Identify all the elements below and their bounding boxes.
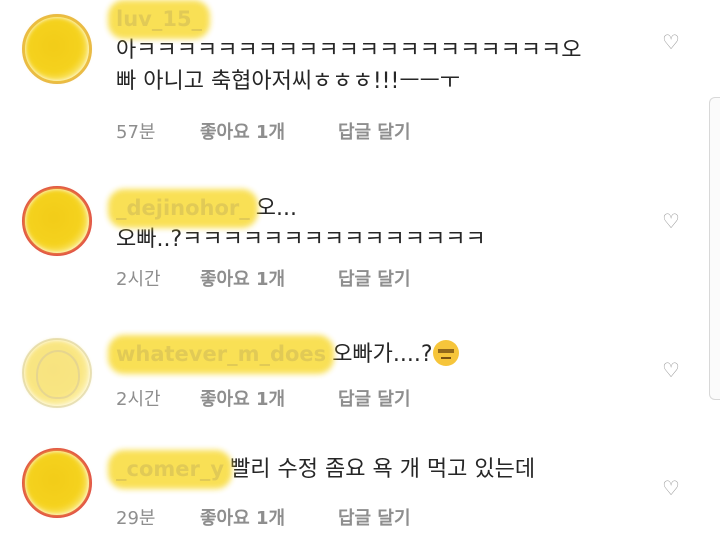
reply-button[interactable]: 답글 달기	[338, 504, 411, 530]
likes-count[interactable]: 좋아요 1개	[200, 504, 285, 530]
username[interactable]: _comer_y	[110, 454, 230, 485]
heart-outline-icon[interactable]: ♡	[660, 359, 682, 381]
avatar[interactable]	[22, 186, 92, 256]
comment-meta: 57분 좋아요 1개 답글 달기	[116, 118, 411, 144]
username[interactable]: luv_15_	[110, 4, 208, 35]
avatar[interactable]	[22, 14, 92, 84]
comment-body-line: 오빠가....?	[332, 342, 433, 367]
avatar[interactable]	[22, 448, 92, 518]
comment-body-line: 오...	[255, 196, 298, 221]
username[interactable]: whatever_m_does	[110, 339, 332, 370]
heart-outline-icon[interactable]: ♡	[660, 31, 682, 53]
likes-count[interactable]: 좋아요 1개	[200, 265, 285, 291]
comment-body-line: 오빠..?ㅋㅋㅋㅋㅋㅋㅋㅋㅋㅋㅋㅋㅋㅋㅋ	[116, 227, 486, 252]
likes-count[interactable]: 좋아요 1개	[200, 385, 285, 411]
comment-body-line: 빨리 수정 좀요 욕 개 먹고 있는데	[230, 457, 536, 482]
avatar[interactable]	[22, 338, 92, 408]
reply-button[interactable]: 답글 달기	[338, 265, 411, 291]
comment-time: 2시간	[116, 269, 161, 290]
heart-outline-icon[interactable]: ♡	[660, 477, 682, 499]
comment-text: _comer_y 빨리 수정 좀요 욕 개 먹고 있는데	[116, 454, 535, 485]
reply-button[interactable]: 답글 달기	[338, 385, 411, 411]
reply-button[interactable]: 답글 달기	[338, 118, 411, 144]
comment-time: 57분	[116, 122, 156, 143]
comment-meta: 2시간 좋아요 1개 답글 달기	[116, 385, 411, 411]
comment-body-line: 아ㅋㅋㅋㅋㅋㅋㅋㅋㅋㅋㅋㅋㅋㅋㅋㅋㅋㅋㅋㅋㅋ오	[116, 38, 582, 63]
comment-text: whatever_m_does 오빠가....?	[116, 339, 459, 370]
expressionless-face-icon	[432, 340, 459, 366]
comment-meta: 2시간 좋아요 1개 답글 달기	[116, 265, 411, 291]
username[interactable]: _dejinohor_	[110, 193, 256, 224]
comment-text: luv_15_ 아ㅋㅋㅋㅋㅋㅋㅋㅋㅋㅋㅋㅋㅋㅋㅋㅋㅋㅋㅋㅋㅋ오 빠 아니고 축협…	[116, 4, 582, 97]
comment-time: 29분	[116, 508, 156, 529]
comment-text: _dejinohor_ 오... 오빠..?ㅋㅋㅋㅋㅋㅋㅋㅋㅋㅋㅋㅋㅋㅋㅋ	[116, 193, 486, 255]
comment-meta: 29분 좋아요 1개 답글 달기	[116, 504, 411, 530]
scrollbar[interactable]	[709, 97, 720, 400]
heart-outline-icon[interactable]: ♡	[660, 210, 682, 232]
comment-time: 2시간	[116, 389, 161, 410]
comment-body-line: 빠 아니고 축협아저씨ㅎㅎㅎ!!!ㅡㅡㅜ	[116, 69, 461, 94]
likes-count[interactable]: 좋아요 1개	[200, 118, 285, 144]
